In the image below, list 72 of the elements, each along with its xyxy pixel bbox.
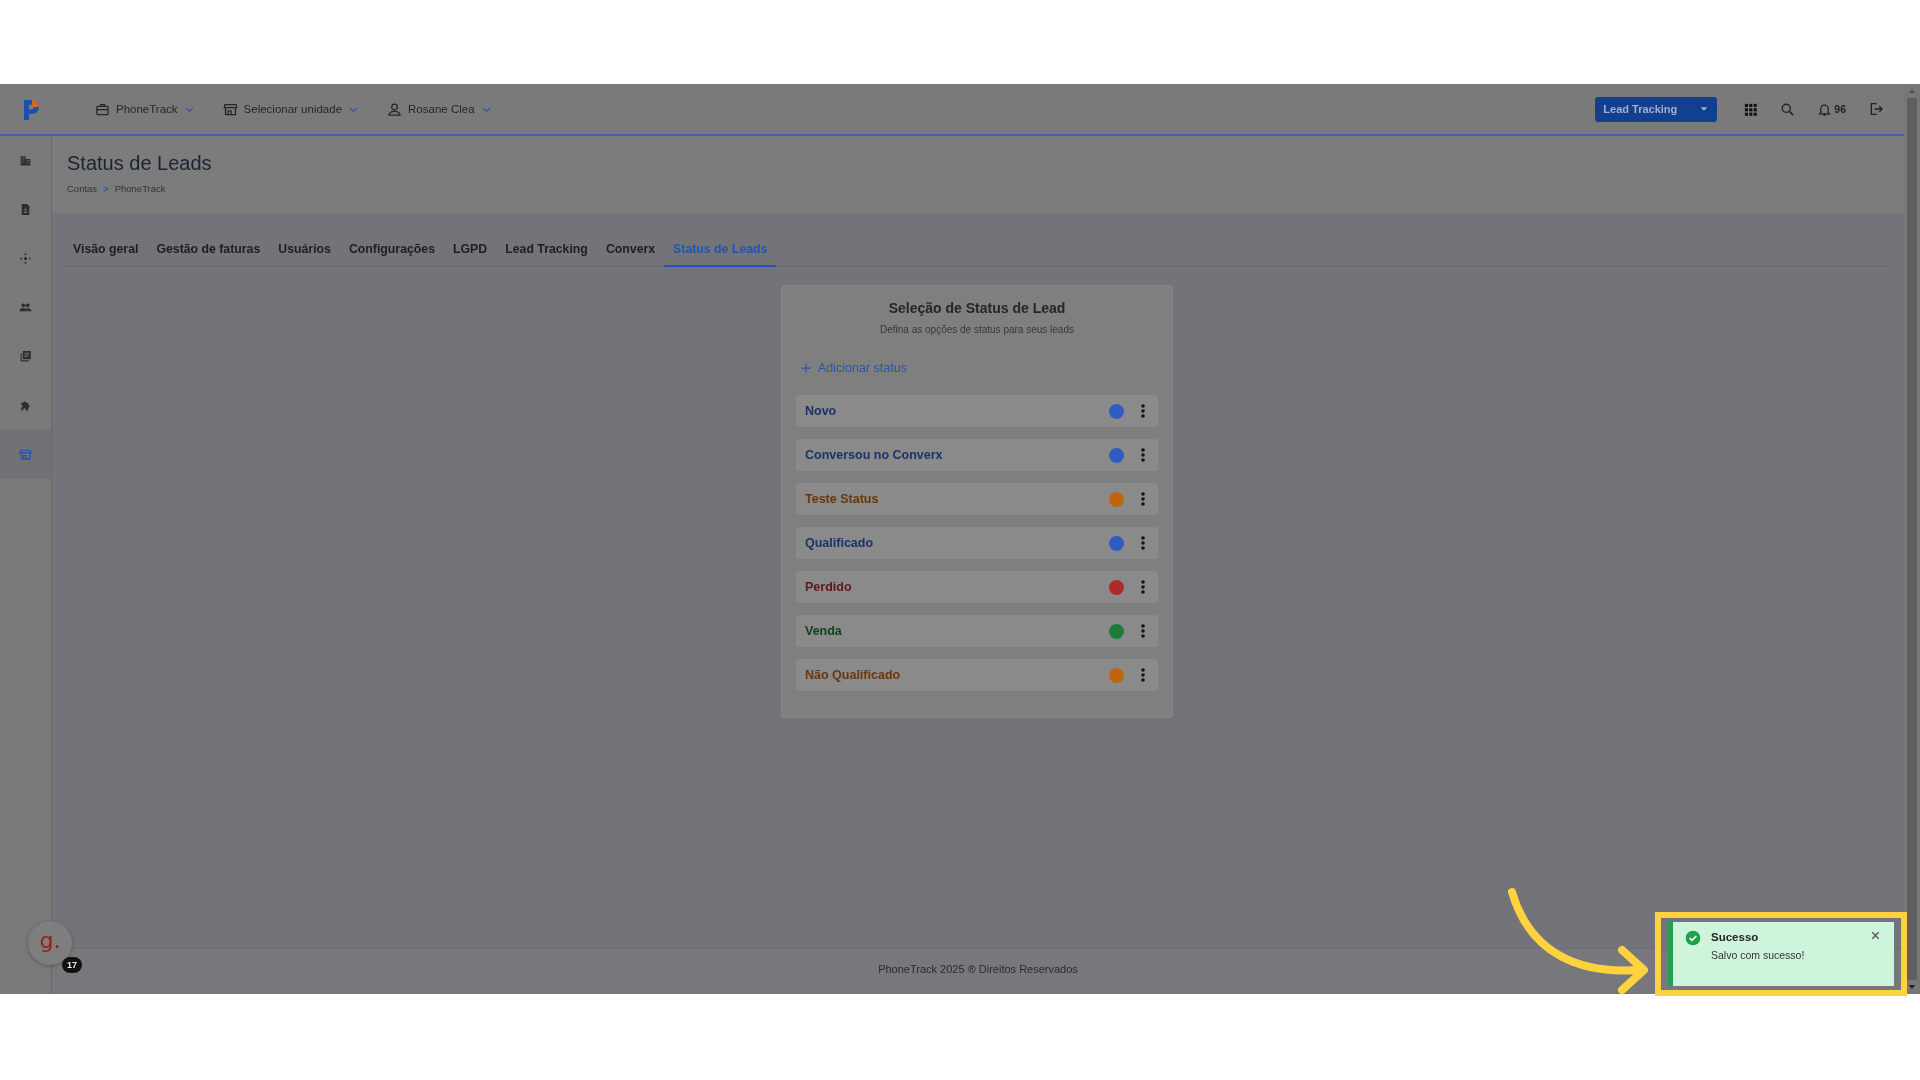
status-row[interactable]: Venda <box>796 615 1158 647</box>
scroll-down-icon <box>1908 984 1916 990</box>
breadcrumb-link[interactable]: Contas <box>67 183 98 194</box>
more-options-button[interactable] <box>1138 621 1148 641</box>
status-row[interactable]: Não Qualificado <box>796 659 1158 691</box>
breadcrumb-link[interactable]: PhoneTrack <box>114 183 166 194</box>
product-dropdown[interactable]: Lead Tracking <box>1595 96 1718 122</box>
status-row[interactable]: Novo <box>796 395 1158 427</box>
library-icon <box>19 350 32 363</box>
more-options-button[interactable] <box>1138 533 1148 553</box>
status-name: Novo <box>805 404 838 418</box>
briefcase-icon <box>95 101 110 117</box>
scroll-up-icon <box>1908 88 1916 94</box>
more-vertical-icon <box>1140 535 1146 551</box>
status-name: Venda <box>805 624 843 638</box>
more-options-button[interactable] <box>1138 401 1148 421</box>
status-row[interactable]: Teste Status <box>796 483 1158 515</box>
move-icon <box>19 252 32 265</box>
status-name: Não Qualificado <box>805 668 902 682</box>
store-icon <box>19 448 32 461</box>
status-row[interactable]: Qualificado <box>796 527 1158 559</box>
logout-button[interactable] <box>1868 101 1884 117</box>
check-circle-icon <box>1685 930 1701 946</box>
status-name: Qualificado <box>805 536 875 550</box>
tab[interactable]: Usuários <box>269 234 340 267</box>
more-vertical-icon <box>1140 579 1146 595</box>
page-title: Status de Leads <box>67 152 213 175</box>
menu-dropdown[interactable]: Selecionar unidade <box>222 99 360 119</box>
menu-dropdown[interactable]: PhoneTrack <box>95 99 195 119</box>
search-button[interactable] <box>1780 101 1796 117</box>
status-row[interactable]: Perdido <box>796 571 1158 603</box>
more-vertical-icon <box>1140 667 1146 683</box>
more-vertical-icon <box>1140 403 1146 419</box>
count-badge: 17 <box>62 957 82 973</box>
more-vertical-icon <box>1140 447 1146 463</box>
tab[interactable]: Visão geral <box>64 234 148 267</box>
user-icon <box>387 101 403 117</box>
tab[interactable]: Converx <box>596 234 665 267</box>
tab[interactable]: Lead Tracking <box>496 234 597 267</box>
more-options-button[interactable] <box>1138 577 1148 597</box>
breadcrumb-separator: > <box>103 183 109 194</box>
bell-icon <box>1817 101 1833 117</box>
grid-icon <box>1743 101 1759 117</box>
add-status-button[interactable]: Adicionar status <box>800 361 907 375</box>
status-name: Teste Status <box>805 492 880 506</box>
puzzle-icon <box>19 399 32 412</box>
card-title: Seleção de Status de Lead <box>887 300 1067 316</box>
menu-dropdown[interactable]: Rosane Clea <box>387 99 492 119</box>
more-options-button[interactable] <box>1138 445 1148 465</box>
more-vertical-icon <box>1140 491 1146 507</box>
tab[interactable]: Gestão de faturas <box>147 234 270 267</box>
apps-button[interactable] <box>1743 101 1759 117</box>
tab[interactable]: Configurações <box>339 234 444 267</box>
more-options-button[interactable] <box>1138 489 1148 509</box>
store-icon <box>222 101 238 117</box>
more-vertical-icon <box>1140 623 1146 639</box>
toast-message: Salvo com sucesso! <box>1711 949 1806 961</box>
tab[interactable]: LGPD <box>444 234 497 267</box>
status-name: Conversou no Converx <box>805 448 944 462</box>
status-row[interactable]: Conversou no Converx <box>796 439 1158 471</box>
logout-icon <box>1868 101 1884 117</box>
people-icon <box>19 301 32 314</box>
plus-icon <box>800 362 812 374</box>
close-icon <box>1870 930 1881 941</box>
status-name: Perdido <box>805 580 853 594</box>
buildings-icon <box>19 154 32 167</box>
toast-title: Sucesso <box>1711 931 1760 945</box>
more-options-button[interactable] <box>1138 665 1148 685</box>
notifications-button[interactable]: 96 <box>1817 101 1846 117</box>
card-subtitle: Defina as opções de status para seus leads <box>879 324 1075 335</box>
document-icon <box>19 203 32 216</box>
search-icon <box>1780 101 1796 117</box>
